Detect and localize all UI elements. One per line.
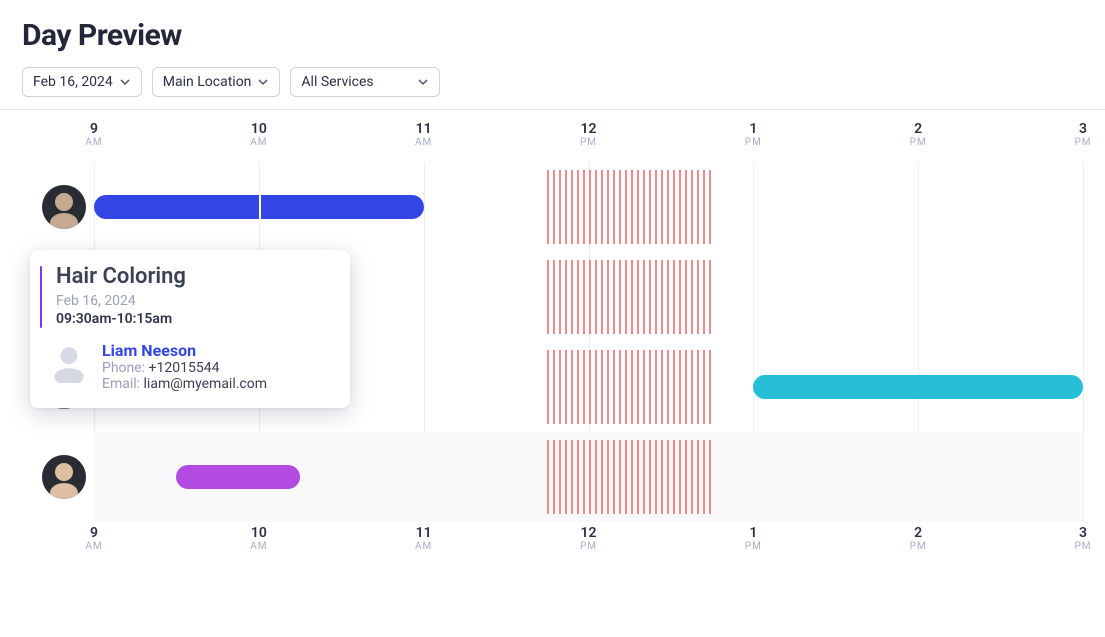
tooltip-accent [40,266,42,328]
time-axis-top: 9AM10AM11AM12PM1PM2PM3PM [94,122,1083,162]
time-label: 2PM [910,122,927,148]
chevron-down-icon [119,76,131,88]
time-label: 11AM [415,526,432,552]
break-block [547,260,712,334]
email-label: Email: [102,376,144,392]
break-block [547,350,712,424]
date-dropdown[interactable]: Feb 16, 2024 [22,67,142,97]
chevron-down-icon [257,76,269,88]
staff-avatar[interactable] [42,185,86,229]
phone-value: +12015544 [149,360,220,376]
date-dropdown-label: Feb 16, 2024 [33,74,113,90]
divider [0,109,1105,110]
time-label: 9AM [85,526,102,552]
client-avatar-placeholder [48,341,90,383]
service-dropdown-label: All Services [301,74,373,90]
tooltip-service-name: Hair Coloring [56,264,332,289]
filter-bar: Feb 16, 2024 Main Location All Services [22,67,1083,97]
tooltip-date: Feb 16, 2024 [56,293,332,309]
tooltip-client-name: Liam Neeson [102,341,267,360]
break-block [547,170,712,244]
time-label: 3PM [1074,122,1091,148]
time-label: 12PM [580,526,597,552]
page-title: Day Preview [22,18,1083,53]
appointment-bar[interactable] [176,465,300,489]
time-label: 3PM [1074,526,1091,552]
service-dropdown[interactable]: All Services [290,67,440,97]
tooltip-client-phone: Phone: +12015544 [102,360,267,376]
location-dropdown-label: Main Location [163,74,252,90]
location-dropdown[interactable]: Main Location [152,67,281,97]
staff-avatar[interactable] [42,455,86,499]
email-value: liam@myemail.com [144,376,268,392]
timeline: 9AM10AM11AM12PM1PM2PM3PM 9AM10AM11AM12PM… [22,122,1083,566]
appointment-split [259,195,261,219]
time-label: 12PM [580,122,597,148]
staff-row [94,162,1083,252]
time-label: 10AM [250,122,267,148]
staff-row [94,432,1083,522]
time-label: 1PM [745,122,762,148]
time-label: 11AM [415,122,432,148]
time-label: 2PM [910,526,927,552]
tooltip-client: Liam Neeson Phone: +12015544 Email: liam… [48,341,332,392]
tooltip-time: 09:30am-10:15am [56,311,332,327]
time-axis-bottom: 9AM10AM11AM12PM1PM2PM3PM [94,526,1083,566]
time-label: 10AM [250,526,267,552]
tooltip-client-email: Email: liam@myemail.com [102,376,267,392]
time-label: 1PM [745,526,762,552]
time-label: 9AM [85,122,102,148]
chevron-down-icon [417,76,429,88]
phone-label: Phone: [102,360,149,376]
appointment-tooltip: Hair Coloring Feb 16, 2024 09:30am-10:15… [30,250,350,408]
break-block [547,440,712,514]
appointment-bar[interactable] [753,375,1083,399]
